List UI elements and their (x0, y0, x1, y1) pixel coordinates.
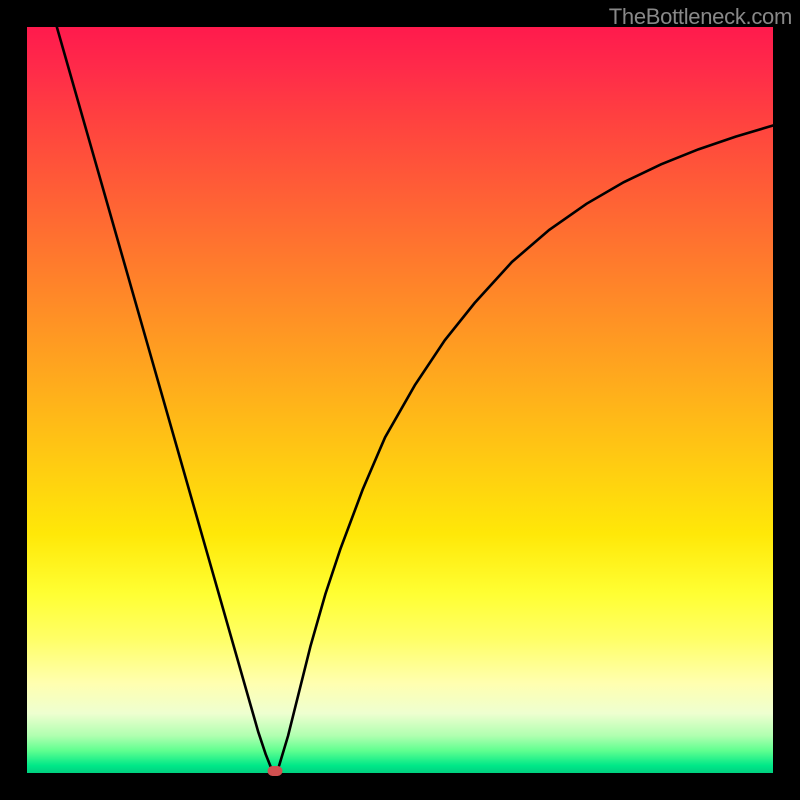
right-branch-curve (279, 125, 773, 765)
left-branch-curve (57, 27, 272, 769)
curve-svg (27, 27, 773, 773)
chart-frame: TheBottleneck.com (0, 0, 800, 800)
minimum-marker (268, 766, 283, 776)
plot-area (27, 27, 773, 773)
